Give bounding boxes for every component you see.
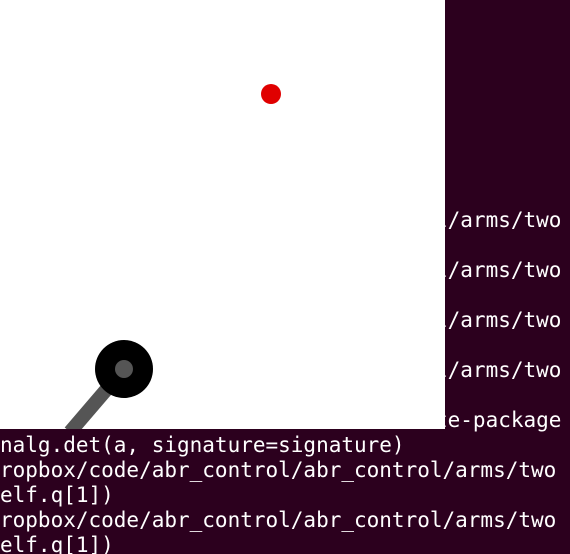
terminal-line: elf.q[1]) [0,483,114,507]
arm-simulation-canvas [64,84,281,429]
terminal-line: ropbox/code/abr_control/abr_control/arms… [0,458,557,482]
terminal-line: l/arms/two [435,308,562,332]
terminal-line: l/arms/two [435,358,562,382]
arm-joint-inner [115,360,133,378]
terminal-line: l/arms/two [435,208,562,232]
terminal-line: elf.q[1]) [0,533,114,554]
terminal-line: l/arms/two [435,258,562,282]
terminal-line: te-package [435,408,562,432]
terminal-line: ropbox/code/abr_control/abr_control/arms… [0,508,557,532]
arm-simulation-window[interactable] [0,0,445,429]
target-marker [261,84,281,104]
terminal-line: nalg.det(a, signature=signature) [0,433,405,457]
